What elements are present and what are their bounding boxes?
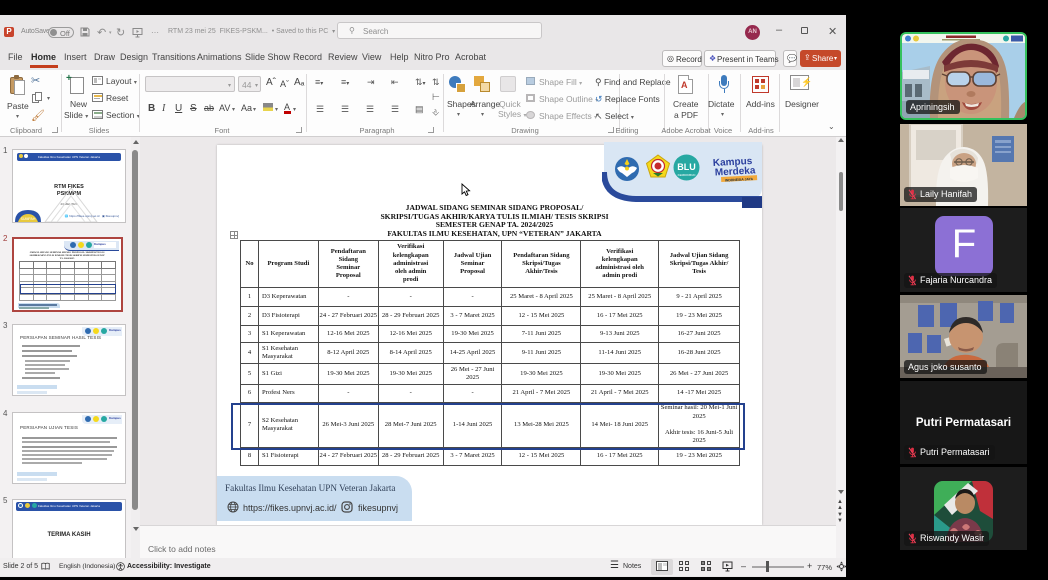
svg-text:BLU: BLU xyxy=(677,162,696,172)
svg-text:SUMPAH: SUMPAH xyxy=(21,217,36,221)
svg-text:KEMDIKBUD: KEMDIKBUD xyxy=(678,173,697,177)
